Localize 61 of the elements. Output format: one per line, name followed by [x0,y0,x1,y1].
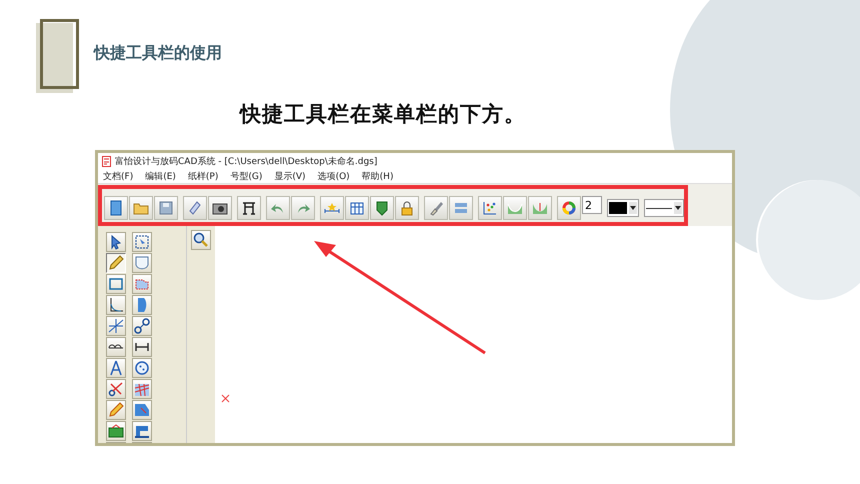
tool-button[interactable] [106,295,126,315]
tool-button[interactable] [106,358,126,378]
toolbar-button[interactable] [104,196,128,220]
menu-item[interactable]: 文档(F) [103,170,134,183]
link-icon [134,318,150,334]
brush-icon [428,200,444,216]
tool-button[interactable] [106,232,126,252]
scissors-icon [108,381,124,397]
line-width-field[interactable]: 2 [582,196,602,214]
dot-chart-icon [482,200,498,216]
pen-color-dropdown[interactable] [607,199,639,217]
pencil-icon [108,255,124,271]
slide-heading: 快捷工具栏的使用 [94,42,222,64]
select-frame-icon [134,234,150,250]
plotter-icon [241,200,257,216]
tool-button[interactable] [132,316,152,336]
zoom-button[interactable] [191,230,211,250]
toolbar-button[interactable] [237,196,261,220]
intersect-lines-icon [108,318,124,334]
tool-button[interactable] [132,358,152,378]
menu-item[interactable]: 编辑(E) [145,170,176,183]
toolbar-button[interactable] [208,196,232,220]
compass-icon [108,360,124,376]
window-title: 富怡设计与放码CAD系统 - [C:\Users\dell\Desktop\未命名.dgs] [115,156,378,168]
grid-panel-icon [349,200,365,216]
dropdown-arrow-icon [630,206,636,210]
curve-marker-icon [532,200,548,216]
bag-icon [108,423,124,439]
slide-caption: 快捷工具栏在菜单栏的下方。 [240,101,527,128]
tool-button[interactable] [106,274,126,294]
color-wheel-icon [561,200,577,216]
cross-mark-icon [221,394,230,403]
menu-item[interactable]: 号型(G) [230,170,262,183]
app-icon [102,156,111,167]
tool-button[interactable] [132,232,152,252]
shield-icon [374,200,390,216]
menu-item[interactable]: 纸样(P) [188,170,218,183]
pocket-icon [134,255,150,271]
sewing-machine-icon [134,423,150,439]
tool-button[interactable] [106,421,126,441]
rectangle-icon [108,276,124,292]
line-style-dropdown[interactable] [644,199,684,217]
tool-button[interactable] [106,316,126,336]
magnifier-icon [193,232,209,248]
tool-button[interactable] [106,379,126,399]
toolbar-button[interactable] [370,196,394,220]
corner-curve-icon [108,297,124,313]
menu-item[interactable]: 显示(V) [274,170,306,183]
button-icon [134,360,150,376]
tool-button[interactable] [132,421,152,441]
menu-item[interactable]: 选项(O) [318,170,350,183]
dropdown-arrow-icon [675,206,681,210]
grid-pattern-icon [134,381,150,397]
tool-button[interactable] [106,337,126,357]
tool-button[interactable] [132,337,152,357]
pattern-piece-icon [134,402,150,418]
stacked-layers-icon [453,200,469,216]
eraser-pen-icon [108,402,124,418]
menu-item[interactable]: 帮助(H) [362,170,394,183]
document-icon [108,200,124,216]
lock-icon [399,200,415,216]
